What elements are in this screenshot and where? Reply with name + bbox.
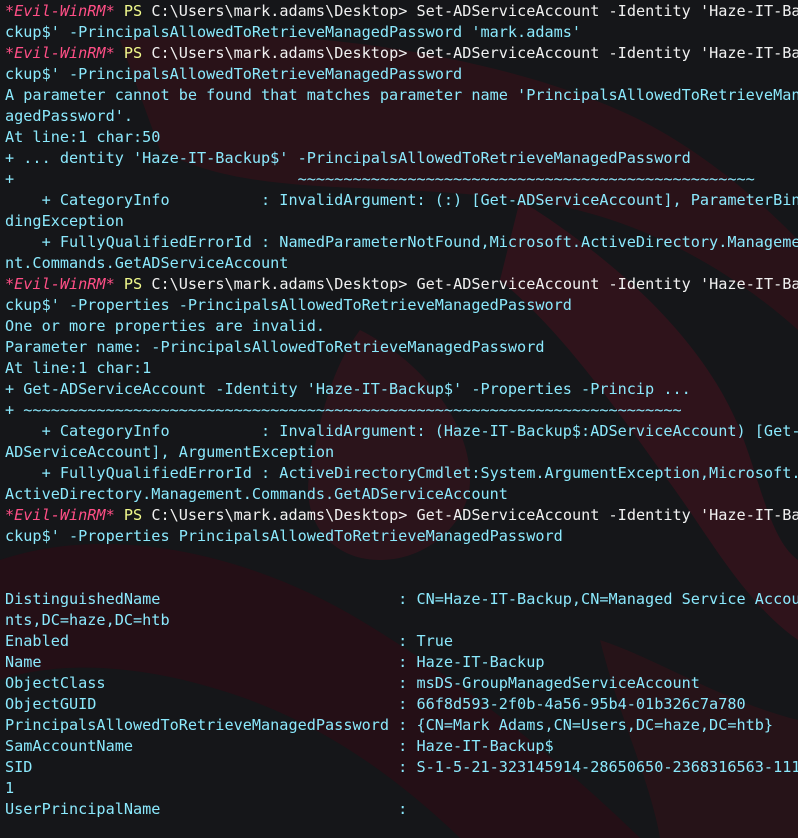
- output-text: ObjectClass : msDS-GroupManagedServiceAc…: [5, 674, 700, 692]
- output-text: + ... dentity 'Haze-IT-Backup$' -Princip…: [5, 149, 691, 167]
- output-line: + Get-ADServiceAccount -Identity 'Haze-I…: [5, 379, 798, 400]
- output-line: DistinguishedName : CN=Haze-IT-Backup,CN…: [5, 589, 798, 610]
- prompt-ps: PS: [123, 506, 143, 524]
- output-text: ckup$' -PrincipalsAllowedToRetrieveManag…: [5, 23, 582, 41]
- output-line: dingException: [5, 211, 798, 232]
- output-line: ActiveDirectory.Management.Commands.GetA…: [5, 484, 798, 505]
- output-line: nts,DC=haze,DC=htb: [5, 610, 798, 631]
- output-text: ckup$' -Properties PrincipalsAllowedToRe…: [5, 527, 563, 545]
- output-text: 1: [5, 779, 15, 797]
- output-line: At line:1 char:1: [5, 358, 798, 379]
- output-text: At line:1 char:1: [5, 359, 152, 377]
- output-line: SID : S-1-5-21-323145914-28650650-236831…: [5, 757, 798, 778]
- output-line: UserPrincipalName :: [5, 799, 798, 820]
- command-text: Get-ADServiceAccount -Identity 'Haze-IT-…: [407, 44, 798, 62]
- prompt-shell-name: *Evil-WinRM*: [5, 506, 115, 524]
- output-text: SID : S-1-5-21-323145914-28650650-236831…: [5, 758, 798, 776]
- prompt-shell-name: *Evil-WinRM*: [5, 2, 115, 20]
- prompt-line: *Evil-WinRM* PS C:\Users\mark.adams\Desk…: [5, 274, 798, 295]
- output-text: ADServiceAccount], ArgumentException: [5, 443, 335, 461]
- terminal-output[interactable]: *Evil-WinRM* PS C:\Users\mark.adams\Desk…: [0, 0, 798, 838]
- prompt-shell-name: *Evil-WinRM*: [5, 44, 115, 62]
- output-text: ObjectGUID : 66f8d593-2f0b-4a56-95b4-01b…: [5, 695, 746, 713]
- prompt-path: C:\Users\mark.adams\Desktop>: [151, 44, 408, 62]
- prompt-line: *Evil-WinRM* PS C:\Users\mark.adams\Desk…: [5, 1, 798, 22]
- output-text: ckup$' -PrincipalsAllowedToRetrieveManag…: [5, 65, 463, 83]
- output-line: + FullyQualifiedErrorId : ActiveDirector…: [5, 463, 798, 484]
- prompt-ps: PS: [123, 275, 143, 293]
- output-text: Name : Haze-IT-Backup: [5, 653, 545, 671]
- output-text: UserPrincipalName :: [5, 800, 408, 818]
- output-line: Enabled : True: [5, 631, 798, 652]
- output-text: + ~~~~~~~~~~~~~~~~~~~~~~~~~~~~~~~~~~~~~~…: [5, 170, 755, 188]
- prompt-line: *Evil-WinRM* PS C:\Users\mark.adams\Desk…: [5, 43, 798, 64]
- output-text: + CategoryInfo : InvalidArgument: (Haze-…: [5, 422, 798, 440]
- output-text: ActiveDirectory.Management.Commands.GetA…: [5, 485, 508, 503]
- output-line: + ... dentity 'Haze-IT-Backup$' -Princip…: [5, 148, 798, 169]
- output-text: Parameter name: -PrincipalsAllowedToRetr…: [5, 338, 545, 356]
- output-text: + ~~~~~~~~~~~~~~~~~~~~~~~~~~~~~~~~~~~~~~…: [5, 401, 682, 419]
- output-line: nt.Commands.GetADServiceAccount: [5, 253, 798, 274]
- output-text: agedPassword'.: [5, 107, 134, 125]
- output-text: One or more properties are invalid.: [5, 317, 326, 335]
- output-line: Name : Haze-IT-Backup: [5, 652, 798, 673]
- output-line: + FullyQualifiedErrorId : NamedParameter…: [5, 232, 798, 253]
- prompt-ps: PS: [123, 44, 143, 62]
- output-line: ObjectClass : msDS-GroupManagedServiceAc…: [5, 673, 798, 694]
- output-line: Parameter name: -PrincipalsAllowedToRetr…: [5, 337, 798, 358]
- output-line: PrincipalsAllowedToRetrieveManagedPasswo…: [5, 715, 798, 736]
- output-text: + Get-ADServiceAccount -Identity 'Haze-I…: [5, 380, 691, 398]
- output-line: ckup$' -PrincipalsAllowedToRetrieveManag…: [5, 22, 798, 43]
- output-text: SamAccountName : Haze-IT-Backup$: [5, 737, 554, 755]
- output-line: One or more properties are invalid.: [5, 316, 798, 337]
- prompt-line: *Evil-WinRM* PS C:\Users\mark.adams\Desk…: [5, 505, 798, 526]
- output-line: + CategoryInfo : InvalidArgument: (:) [G…: [5, 190, 798, 211]
- output-text: At line:1 char:50: [5, 128, 161, 146]
- prompt-path: C:\Users\mark.adams\Desktop>: [151, 506, 408, 524]
- output-line: At line:1 char:50: [5, 127, 798, 148]
- output-line: ObjectGUID : 66f8d593-2f0b-4a56-95b4-01b…: [5, 694, 798, 715]
- prompt-shell-name: *Evil-WinRM*: [5, 275, 115, 293]
- output-text: dingException: [5, 212, 124, 230]
- output-text: + FullyQualifiedErrorId : NamedParameter…: [5, 233, 798, 251]
- output-line: + ~~~~~~~~~~~~~~~~~~~~~~~~~~~~~~~~~~~~~~…: [5, 400, 798, 421]
- output-text: + CategoryInfo : InvalidArgument: (:) [G…: [5, 191, 798, 209]
- command-text: Set-ADServiceAccount -Identity 'Haze-IT-…: [407, 2, 798, 20]
- output-text: Enabled : True: [5, 632, 454, 650]
- output-text: nts,DC=haze,DC=htb: [5, 611, 170, 629]
- output-line: SamAccountName : Haze-IT-Backup$: [5, 736, 798, 757]
- output-text: A parameter cannot be found that matches…: [5, 86, 798, 104]
- output-line: ADServiceAccount], ArgumentException: [5, 442, 798, 463]
- output-text: + FullyQualifiedErrorId : ActiveDirector…: [5, 464, 798, 482]
- prompt-path: C:\Users\mark.adams\Desktop>: [151, 2, 408, 20]
- output-text: ckup$' -Properties -PrincipalsAllowedToR…: [5, 296, 572, 314]
- output-line: 1: [5, 778, 798, 799]
- output-line: ckup$' -PrincipalsAllowedToRetrieveManag…: [5, 64, 798, 85]
- output-line: agedPassword'.: [5, 106, 798, 127]
- command-text: Get-ADServiceAccount -Identity 'Haze-IT-…: [407, 275, 798, 293]
- output-text: DistinguishedName : CN=Haze-IT-Backup,CN…: [5, 590, 798, 608]
- output-line: ckup$' -Properties PrincipalsAllowedToRe…: [5, 526, 798, 547]
- prompt-ps: PS: [123, 2, 143, 20]
- output-line: A parameter cannot be found that matches…: [5, 85, 798, 106]
- output-text: nt.Commands.GetADServiceAccount: [5, 254, 289, 272]
- prompt-path: C:\Users\mark.adams\Desktop>: [151, 275, 408, 293]
- output-line: + CategoryInfo : InvalidArgument: (Haze-…: [5, 421, 798, 442]
- output-line: ckup$' -Properties -PrincipalsAllowedToR…: [5, 295, 798, 316]
- output-line: + ~~~~~~~~~~~~~~~~~~~~~~~~~~~~~~~~~~~~~~…: [5, 169, 798, 190]
- output-text: PrincipalsAllowedToRetrieveManagedPasswo…: [5, 716, 774, 734]
- command-text: Get-ADServiceAccount -Identity 'Haze-IT-…: [407, 506, 798, 524]
